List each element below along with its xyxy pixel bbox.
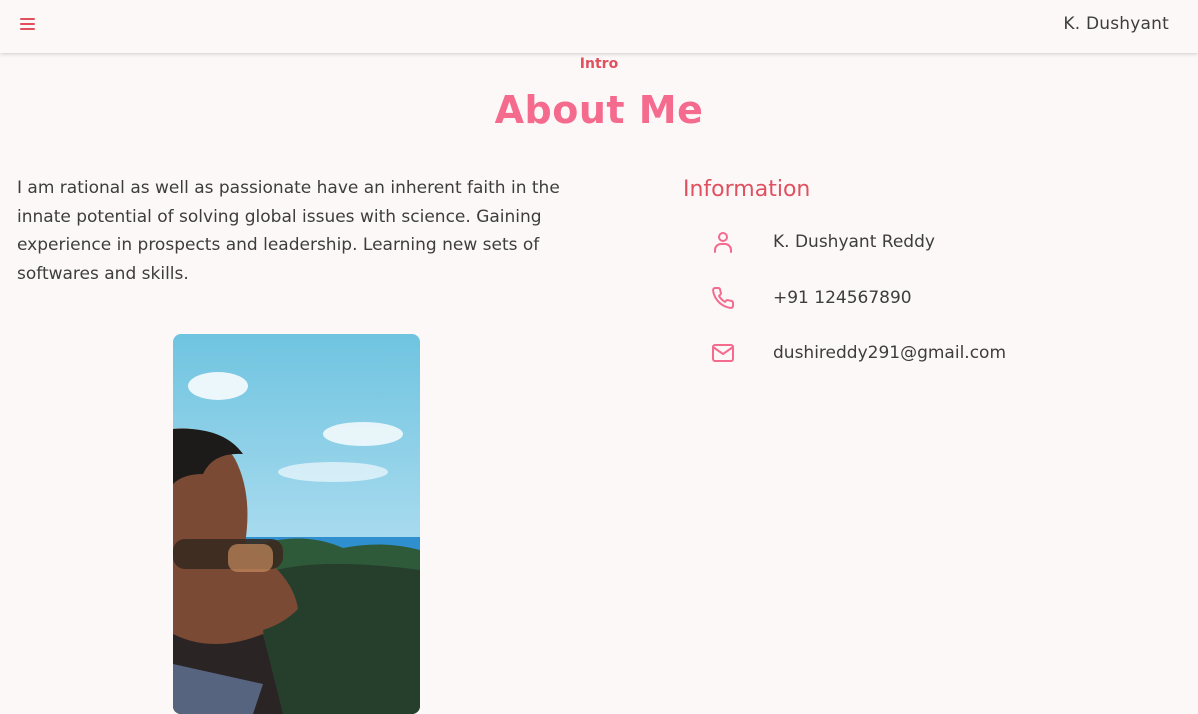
info-row-phone: +91 124567890 [708, 283, 1128, 313]
mail-icon [708, 338, 738, 368]
info-name-value: K. Dushyant Reddy [773, 232, 935, 252]
phone-icon [708, 283, 738, 313]
section-kicker: Intro [579, 56, 619, 72]
user-icon [708, 227, 738, 257]
info-phone-value[interactable]: +91 124567890 [773, 288, 912, 308]
information-heading: Information [683, 177, 811, 202]
info-email-value[interactable]: dushireddy291@gmail.com [773, 343, 1006, 363]
brand-name[interactable]: K. Dushyant [1063, 14, 1169, 34]
profile-photo [173, 334, 420, 714]
page-title: About Me [494, 88, 704, 132]
info-row-name: K. Dushyant Reddy [708, 227, 1128, 257]
top-navbar: K. Dushyant [0, 0, 1198, 53]
info-row-email: dushireddy291@gmail.com [708, 338, 1128, 368]
about-bio: I am rational as well as passionate have… [17, 178, 560, 284]
hamburger-menu-icon[interactable] [18, 15, 38, 33]
